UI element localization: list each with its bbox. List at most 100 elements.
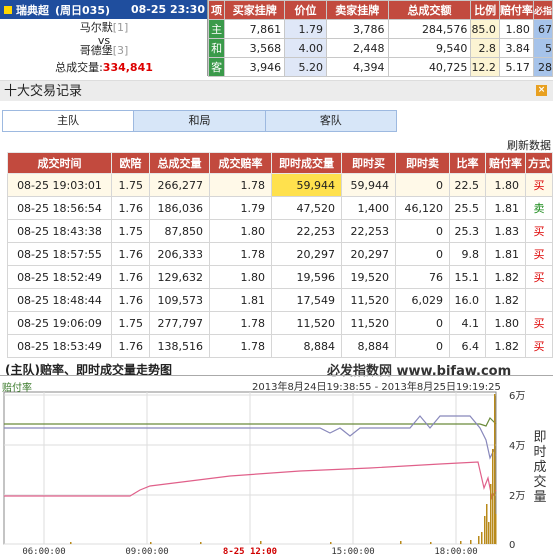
volume-bar [460,541,462,544]
volume-bar [430,542,432,544]
record-cell: 17,549 [271,288,342,312]
record-cell: 08-25 18:56:54 [7,196,112,220]
record-cell: 6.4 [449,334,486,358]
record-cell: 0 [395,242,450,266]
tab-home[interactable]: 主队 [3,111,135,131]
market-payout: 3.84 [498,38,534,58]
y-tick-label: 2万 [509,491,525,502]
market-header: 赔付率 [498,0,534,20]
record-cell: 1.83 [485,219,526,243]
market-buy: 3,568 [224,38,286,58]
record-row: 08-25 18:48:44 1.76 109,573 1.81 17,549 11,52… [7,288,553,312]
refresh-link[interactable]: 刷新数据 [507,137,551,153]
record-cell: 1.75 [111,311,150,335]
record-row: 08-25 19:03:01 1.75 266,277 1.78 59,944 59,94… [7,173,553,197]
record-cell: 1.76 [111,288,150,312]
market-ratio: 12.2 [470,57,500,77]
league-name: 瑞典超 [16,3,49,17]
record-cell: 138,516 [149,334,210,358]
record-cell: 08-25 18:48:44 [7,288,112,312]
close-icon[interactable]: × [536,85,547,96]
market-header: 卖家挂牌 [326,0,389,20]
market-label: 主 [207,19,226,39]
market-row-away: 客 3,946 5.20 4,394 40,725 12.2 5.17 28 [207,57,553,77]
x-tick-label: 09:00:00 [125,547,168,557]
chart-site: 必发指数网 www.bifaw.com [327,364,512,379]
home-team-rank: [1] [112,21,129,34]
record-row: 08-25 18:43:38 1.75 87,850 1.80 22,253 22,253… [7,219,553,243]
records-header[interactable]: 即时卖 [395,152,450,174]
record-cell: 206,333 [149,242,210,266]
record-cell: 1.78 [209,173,272,197]
records-header[interactable]: 成交时间 [7,152,112,174]
record-cell: 0 [395,311,450,335]
chart-range: 2013年8月24日19:38:55 - 2013年8月25日19:19:25 [252,382,501,393]
record-cell: 277,797 [149,311,210,335]
volume-bar [400,541,402,544]
record-cell: 129,632 [149,265,210,289]
record-cell: 59,944 [271,173,342,197]
record-cell: 6,029 [395,288,450,312]
records-header[interactable]: 即时买 [341,152,396,174]
volume-bar [150,542,152,544]
tab-away[interactable]: 客队 [265,111,396,131]
match-time: 08-25 23:30 [130,3,205,16]
trade-records-table: 成交时间 欧陪 总成交量 成交赔率 即时成交量 即时买 即时卖 比率 赔付率 方… [7,152,553,358]
market-buy: 3,946 [224,57,286,77]
league-square-icon [4,5,12,14]
volume-bar [490,484,492,544]
record-cell: 1.81 [209,288,272,312]
record-cell: 11,520 [341,311,396,335]
volume-bar [484,516,486,544]
record-cell: 08-25 18:43:38 [7,219,112,243]
record-cell: 买 [525,219,553,243]
record-cell: 22.5 [449,173,486,197]
market-header: 价位 [284,0,328,20]
record-cell: 1.75 [111,219,150,243]
home-team-name[interactable]: 马尔默 [80,21,113,34]
record-cell: 1.81 [485,196,526,220]
market-ratio: 2.8 [470,38,500,58]
records-header[interactable]: 总成交量 [149,152,210,174]
record-cell: 08-25 18:57:55 [7,242,112,266]
record-cell: 买 [525,311,553,335]
market-row-home: 主 7,861 1.79 3,786 284,576 85.0 1.80 67 [207,19,553,39]
section-title: 十大交易记录 [4,84,83,99]
market-label: 和 [207,38,226,58]
away-team-rank: [3] [112,44,129,57]
volume-bar [260,541,262,544]
match-info: 瑞典超 (周日035) 08-25 23:30 马尔默[1] vs 哥德堡[3]… [0,0,208,76]
record-cell: 8,884 [271,334,342,358]
y-tick-label: 4万 [509,441,525,452]
record-cell: 08-25 19:06:09 [7,311,112,335]
record-cell: 9.8 [449,242,486,266]
away-team-name[interactable]: 哥德堡 [80,44,113,57]
market-index: 67 [532,19,553,39]
record-cell: 47,520 [271,196,342,220]
total-volume-label: 总成交量: [55,61,103,74]
y-tick-label: 0 [509,540,515,551]
volume-bar [200,542,202,544]
records-header[interactable]: 即时成交量 [271,152,342,174]
record-cell: 4.1 [449,311,486,335]
record-cell: 1.76 [111,242,150,266]
market-header: 项 [207,0,226,20]
x-tick-label: 18:00:00 [434,547,477,557]
records-header[interactable]: 方式 [525,152,553,174]
total-volume-value: 334,841 [102,61,153,74]
records-header[interactable]: 欧陪 [111,152,150,174]
away-team[interactable]: 哥德堡[3] [0,44,208,58]
match-header: 瑞典超 (周日035) 08-25 23:30 马尔默[1] vs 哥德堡[3]… [0,0,553,77]
market-total: 9,540 [387,38,472,58]
record-cell: 08-25 19:03:01 [7,173,112,197]
section-title-bar: 十大交易记录 × [0,80,553,101]
records-header[interactable]: 比率 [449,152,486,174]
record-cell: 卖 [525,196,553,220]
market-buy: 7,861 [224,19,286,39]
records-header[interactable]: 成交赔率 [209,152,272,174]
record-cell: 买 [525,173,553,197]
volume-bar [478,536,480,544]
tab-draw[interactable]: 和局 [134,111,266,131]
record-cell: 1.78 [209,334,272,358]
records-header[interactable]: 赔付率 [485,152,526,174]
